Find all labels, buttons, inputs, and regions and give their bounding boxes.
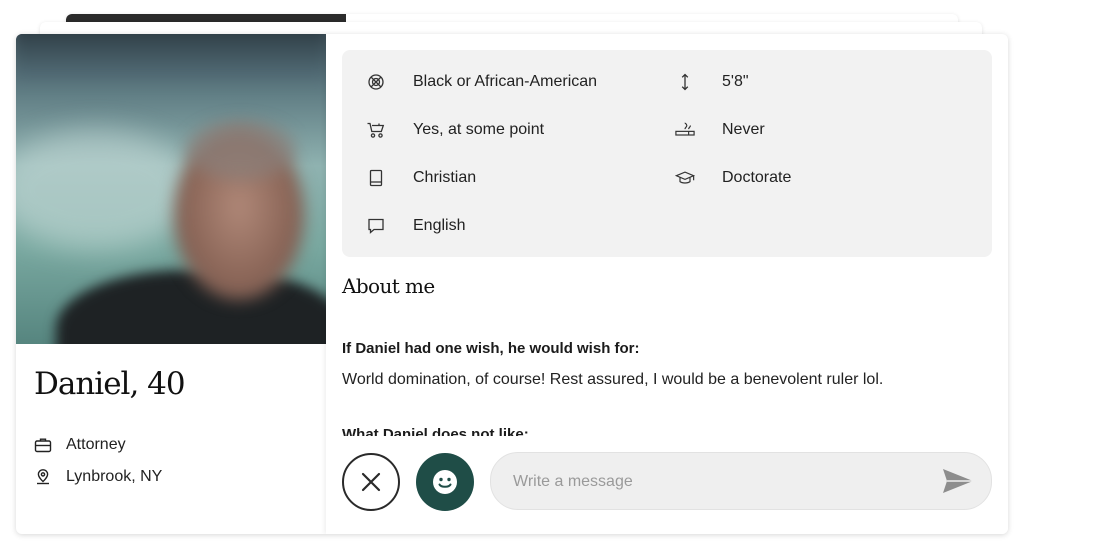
profile-summary: Daniel, 40 Attorney Lynbrook, NY (16, 344, 326, 534)
prompt-answer: World domination, of course! Rest assure… (342, 371, 884, 388)
smoking-icon (675, 120, 695, 140)
attribute-label: Black or African-American (413, 73, 598, 90)
book-icon (366, 168, 386, 188)
profile-photo[interactable] (16, 34, 326, 344)
smiley-icon (433, 470, 457, 494)
like-button[interactable] (416, 453, 474, 511)
attribute-language: English (366, 216, 465, 236)
attribute-label: Doctorate (722, 169, 792, 186)
attribute-smoking: Never (675, 120, 765, 140)
prompt-question: If Daniel had one wish, he would wish fo… (342, 340, 640, 357)
attribute-label: 5'8" (722, 73, 749, 90)
send-icon (943, 469, 973, 493)
profile-details-panel[interactable]: Black or African-American 5'8" Yes, at s… (326, 34, 1008, 534)
location-pin-icon (34, 468, 52, 486)
profile-card: Daniel, 40 Attorney Lynbrook, NY Black o… (16, 34, 1008, 534)
attribute-label: Never (722, 121, 765, 138)
message-box (490, 452, 992, 511)
graduation-cap-icon (675, 168, 695, 188)
job-label: Attorney (66, 436, 126, 453)
send-button[interactable] (941, 467, 975, 495)
attribute-height: 5'8" (675, 72, 749, 92)
attribute-label: Yes, at some point (413, 121, 545, 138)
ethnicity-icon (366, 72, 386, 92)
profile-name: Daniel, 40 (34, 366, 186, 402)
attribute-label: Christian (413, 169, 477, 186)
attribute-education: Doctorate (675, 168, 791, 188)
stroller-icon (366, 120, 386, 140)
attribute-ethnicity: Black or African-American (366, 72, 597, 92)
about-me-heading: About me (342, 274, 435, 298)
attributes-panel: Black or African-American 5'8" Yes, at s… (342, 50, 992, 257)
pass-button[interactable] (342, 453, 400, 511)
close-icon (361, 472, 381, 492)
location-label: Lynbrook, NY (66, 468, 163, 485)
prompt-question: What Daniel does not like: (342, 426, 529, 436)
speech-bubble-icon (366, 216, 386, 236)
attribute-children: Yes, at some point (366, 120, 544, 140)
job-row: Attorney (34, 436, 126, 454)
action-bar (326, 439, 1008, 534)
attribute-label: English (413, 217, 466, 234)
location-row: Lynbrook, NY (34, 468, 162, 486)
message-input[interactable] (511, 453, 915, 511)
briefcase-icon (34, 436, 52, 454)
height-icon (675, 72, 695, 92)
attribute-religion: Christian (366, 168, 476, 188)
